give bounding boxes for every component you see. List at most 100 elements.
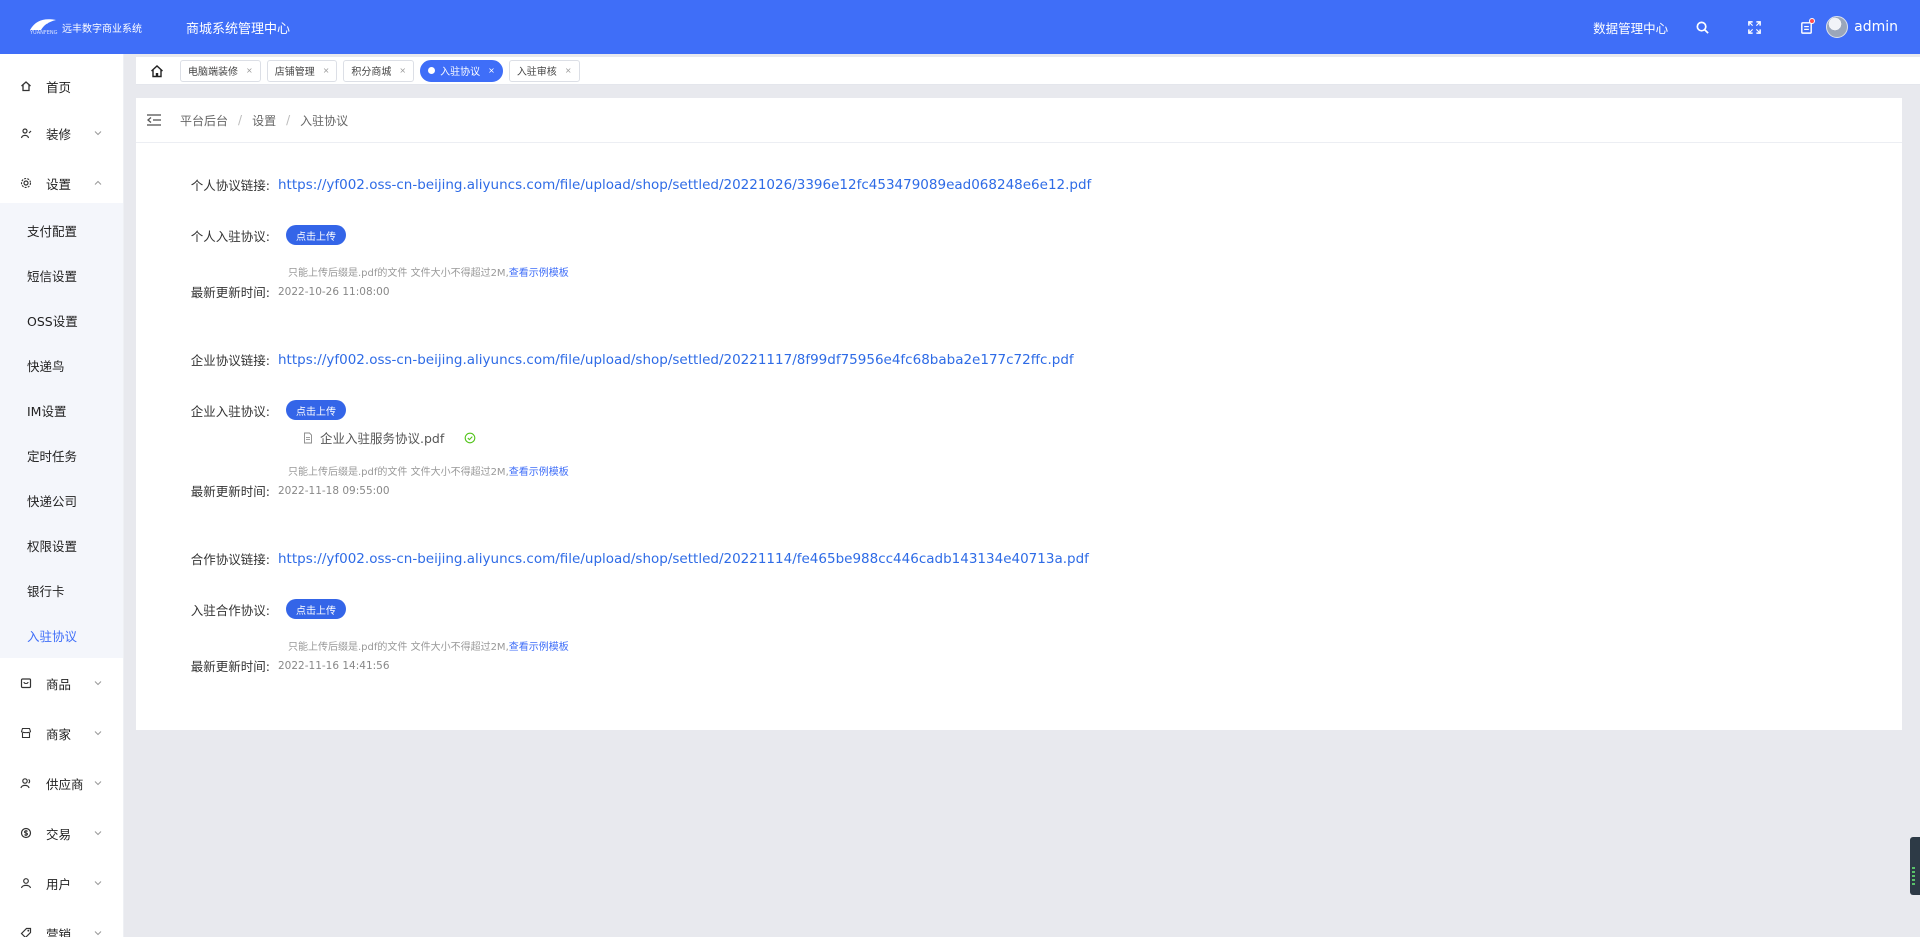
close-icon[interactable]: × (565, 66, 572, 75)
update-time-label: 最新更新时间: (190, 659, 270, 674)
sidebar-item-label: 设置 (46, 176, 72, 192)
personal-link-label: 个人协议链接: (190, 178, 270, 193)
sidebar-subitem-permission[interactable]: 权限设置 (0, 523, 123, 568)
cooperation-agreement-link[interactable]: https://yf002.oss-cn-beijing.aliyuncs.co… (278, 551, 1089, 567)
chevron-down-icon (94, 831, 102, 836)
data-center-link[interactable]: 数据管理中心 (1593, 18, 1668, 37)
message-icon[interactable] (1796, 17, 1816, 37)
sidebar-subitem-scheduled-task[interactable]: 定时任务 (0, 433, 123, 478)
breadcrumb-item[interactable]: 平台后台 (180, 112, 228, 129)
sidebar-item-label: 用户 (46, 876, 72, 892)
sidebar-item-label: 营销 (46, 926, 72, 937)
enterprise-update-time: 2022-11-18 09:55:00 (278, 484, 390, 497)
search-icon[interactable] (1692, 17, 1712, 37)
personal-agreement-link[interactable]: https://yf002.oss-cn-beijing.aliyuncs.co… (278, 177, 1091, 193)
menu-fold-icon[interactable] (146, 113, 162, 127)
tab-settle-agreement[interactable]: 入驻协议 × (420, 59, 503, 82)
fullscreen-icon[interactable] (1744, 17, 1764, 37)
sidebar-item-home[interactable]: 首页 (0, 64, 123, 108)
close-icon[interactable]: × (246, 66, 253, 75)
sidebar-item-label: 交易 (46, 826, 72, 842)
tab-label: 电脑端装修 (188, 67, 238, 78)
sidebar-item-trade[interactable]: 交易 (0, 808, 123, 858)
update-time-label: 最新更新时间: (190, 285, 270, 300)
sidebar-subitem-kdniao[interactable]: 快递鸟 (0, 343, 123, 388)
uploaded-file-item[interactable]: 企业入驻服务协议.pdf (302, 428, 482, 447)
tab-store-management[interactable]: 店铺管理 × (266, 59, 338, 82)
enterprise-upload-button[interactable]: 点击上传 (286, 400, 346, 420)
breadcrumb-separator: / (286, 113, 291, 127)
sidebar: 首页 装修 设置 支付配置 短信设置 OSS设置 快递鸟 IM设置 定时任务 快… (0, 54, 124, 937)
gear-icon (20, 177, 32, 189)
sidebar-item-user[interactable]: 用户 (0, 858, 123, 908)
sidebar-subitem-im[interactable]: IM设置 (0, 388, 123, 433)
tab-label: 入驻审核 (516, 67, 557, 78)
sidebar-item-label: 商家 (46, 726, 72, 742)
sidebar-item-label: 商品 (46, 676, 72, 692)
success-check-icon (464, 432, 476, 443)
cooperation-upload-button[interactable]: 点击上传 (286, 599, 346, 619)
sidebar-item-goods[interactable]: 商品 (0, 658, 123, 708)
tab-label: 积分商城 (351, 67, 392, 78)
notification-badge (1809, 18, 1816, 24)
trade-icon (20, 827, 32, 839)
sidebar-item-settings[interactable]: 设置 (0, 158, 123, 208)
settings-submenu: 支付配置 短信设置 OSS设置 快递鸟 IM设置 定时任务 快递公司 权限设置 … (0, 203, 123, 658)
cooperation-link-row: 合作协议链接: https://yf002.oss-cn-beijing.ali… (136, 549, 1089, 568)
sidebar-subitem-settle-agreement[interactable]: 入驻协议 (0, 613, 123, 658)
personal-upload-label: 个人入驻协议: (190, 228, 270, 244)
floating-side-widget[interactable] (1910, 837, 1920, 895)
upload-tip-text: 只能上传后缀是.pdf的文件 文件大小不得超过2M, (288, 642, 509, 653)
tab-pc-decoration[interactable]: 电脑端装修 × (180, 59, 261, 82)
user-menu[interactable]: admin (1826, 16, 1898, 38)
home-tab[interactable] (142, 61, 172, 81)
chevron-down-icon (94, 881, 102, 886)
close-icon[interactable]: × (399, 66, 406, 75)
sidebar-subitem-express[interactable]: 快递公司 (0, 478, 123, 523)
upload-tip-text: 只能上传后缀是.pdf的文件 文件大小不得超过2M, (288, 268, 509, 279)
sidebar-item-label: 供应商 (46, 776, 84, 792)
enterprise-agreement-link[interactable]: https://yf002.oss-cn-beijing.aliyuncs.co… (278, 352, 1074, 368)
sidebar-item-supplier[interactable]: 供应商 (0, 758, 123, 808)
sidebar-subitem-sms[interactable]: 短信设置 (0, 253, 123, 298)
home-icon (20, 80, 32, 92)
sidebar-subitem-payment[interactable]: 支付配置 (0, 208, 123, 253)
user-icon (20, 877, 32, 889)
sidebar-subitem-oss[interactable]: OSS设置 (0, 298, 123, 343)
cooperation-upload-tip: 只能上传后缀是.pdf的文件 文件大小不得超过2M,查看示例模板 (288, 638, 569, 653)
uploaded-file-name: 企业入驻服务协议.pdf (320, 431, 445, 446)
close-icon[interactable]: × (323, 66, 330, 75)
tab-points-mall[interactable]: 积分商城 × (343, 59, 415, 82)
logo[interactable]: YUANFENG 远丰数字商业系统 (28, 16, 176, 38)
enterprise-update-row: 最新更新时间: 2022-11-18 09:55:00 (136, 481, 390, 500)
personal-link-row: 个人协议链接: https://yf002.oss-cn-beijing.ali… (136, 175, 1092, 194)
template-link[interactable]: 查看示例模板 (509, 268, 569, 279)
logo-icon: YUANFENG (28, 16, 58, 38)
close-icon[interactable]: × (488, 66, 495, 75)
chevron-down-icon (94, 131, 102, 136)
sidebar-item-marketing[interactable]: 营销 (0, 908, 123, 937)
personal-upload-tip: 只能上传后缀是.pdf的文件 文件大小不得超过2M,查看示例模板 (288, 264, 569, 279)
template-link[interactable]: 查看示例模板 (509, 642, 569, 653)
chevron-down-icon (94, 681, 102, 686)
upload-tip-text: 只能上传后缀是.pdf的文件 文件大小不得超过2M, (288, 467, 509, 478)
username: admin (1854, 19, 1898, 35)
personal-upload-button[interactable]: 点击上传 (286, 225, 346, 245)
chevron-down-icon (94, 931, 102, 936)
template-link[interactable]: 查看示例模板 (509, 467, 569, 478)
tab-settle-review[interactable]: 入驻审核 × (508, 59, 580, 82)
tab-label: 入驻协议 (440, 67, 481, 78)
logo-text: 远丰数字商业系统 (62, 23, 142, 35)
personal-upload-row: 个人入驻协议: 点击上传 (136, 225, 346, 245)
supplier-icon (20, 777, 32, 789)
enterprise-link-label: 企业协议链接: (190, 353, 270, 368)
tabs-bar: 电脑端装修 × 店铺管理 × 积分商城 × 入驻协议 × 入驻审核 × (136, 57, 1920, 85)
document-icon (304, 432, 312, 443)
sidebar-item-merchant[interactable]: 商家 (0, 708, 123, 758)
breadcrumb-item[interactable]: 设置 (252, 112, 276, 129)
update-time-label: 最新更新时间: (190, 484, 270, 499)
sidebar-subitem-bank-card[interactable]: 银行卡 (0, 568, 123, 613)
sidebar-item-label: 首页 (46, 79, 72, 95)
sidebar-item-decoration[interactable]: 装修 (0, 108, 123, 158)
goods-icon (20, 677, 32, 689)
